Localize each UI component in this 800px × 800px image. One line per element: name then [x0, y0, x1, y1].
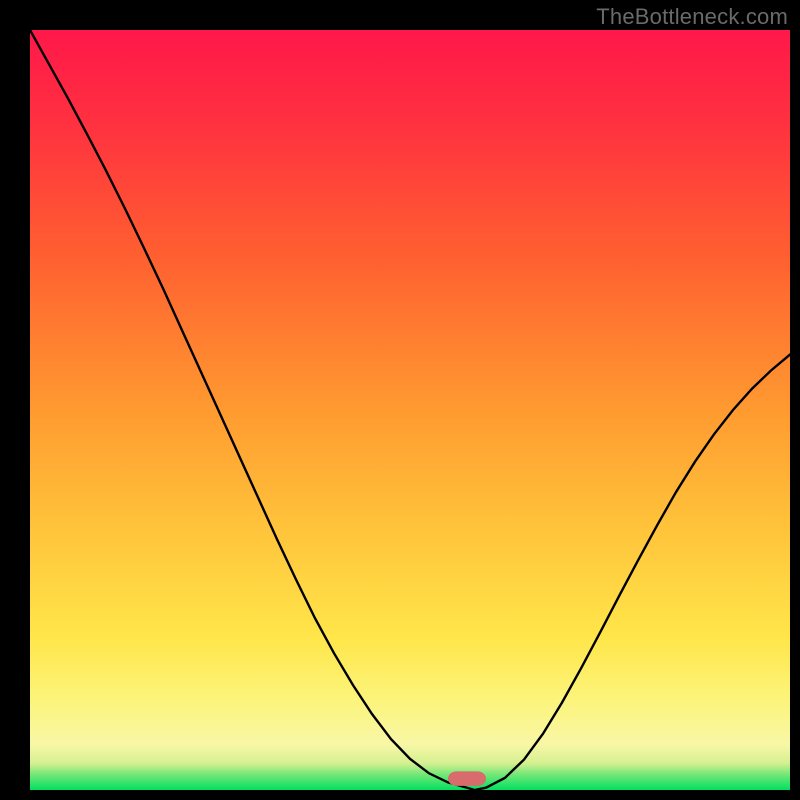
min-marker	[448, 771, 486, 785]
chart-frame: TheBottleneck.com	[0, 0, 800, 800]
gradient-bg	[30, 30, 790, 790]
watermark-text: TheBottleneck.com	[596, 4, 788, 30]
bottleneck-plot	[30, 30, 790, 790]
